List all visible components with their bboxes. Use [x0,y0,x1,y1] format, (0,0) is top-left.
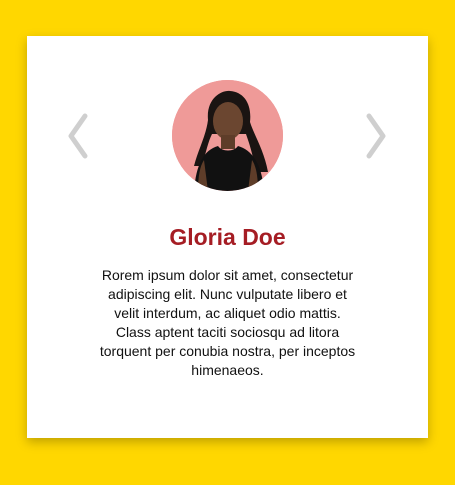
prev-button[interactable] [61,110,95,162]
testimonial-name: Gloria Doe [169,224,286,250]
avatar [172,80,283,191]
next-button[interactable] [359,110,393,162]
testimonial-text: Rorem ipsum dolor sit amet, consectetur … [99,267,356,378]
avatar-photo [172,80,283,191]
chevron-left-icon [68,113,88,159]
chevron-right-icon [366,113,386,159]
testimonial-card: Gloria Doe Rorem ipsum dolor sit amet, c… [27,36,428,438]
